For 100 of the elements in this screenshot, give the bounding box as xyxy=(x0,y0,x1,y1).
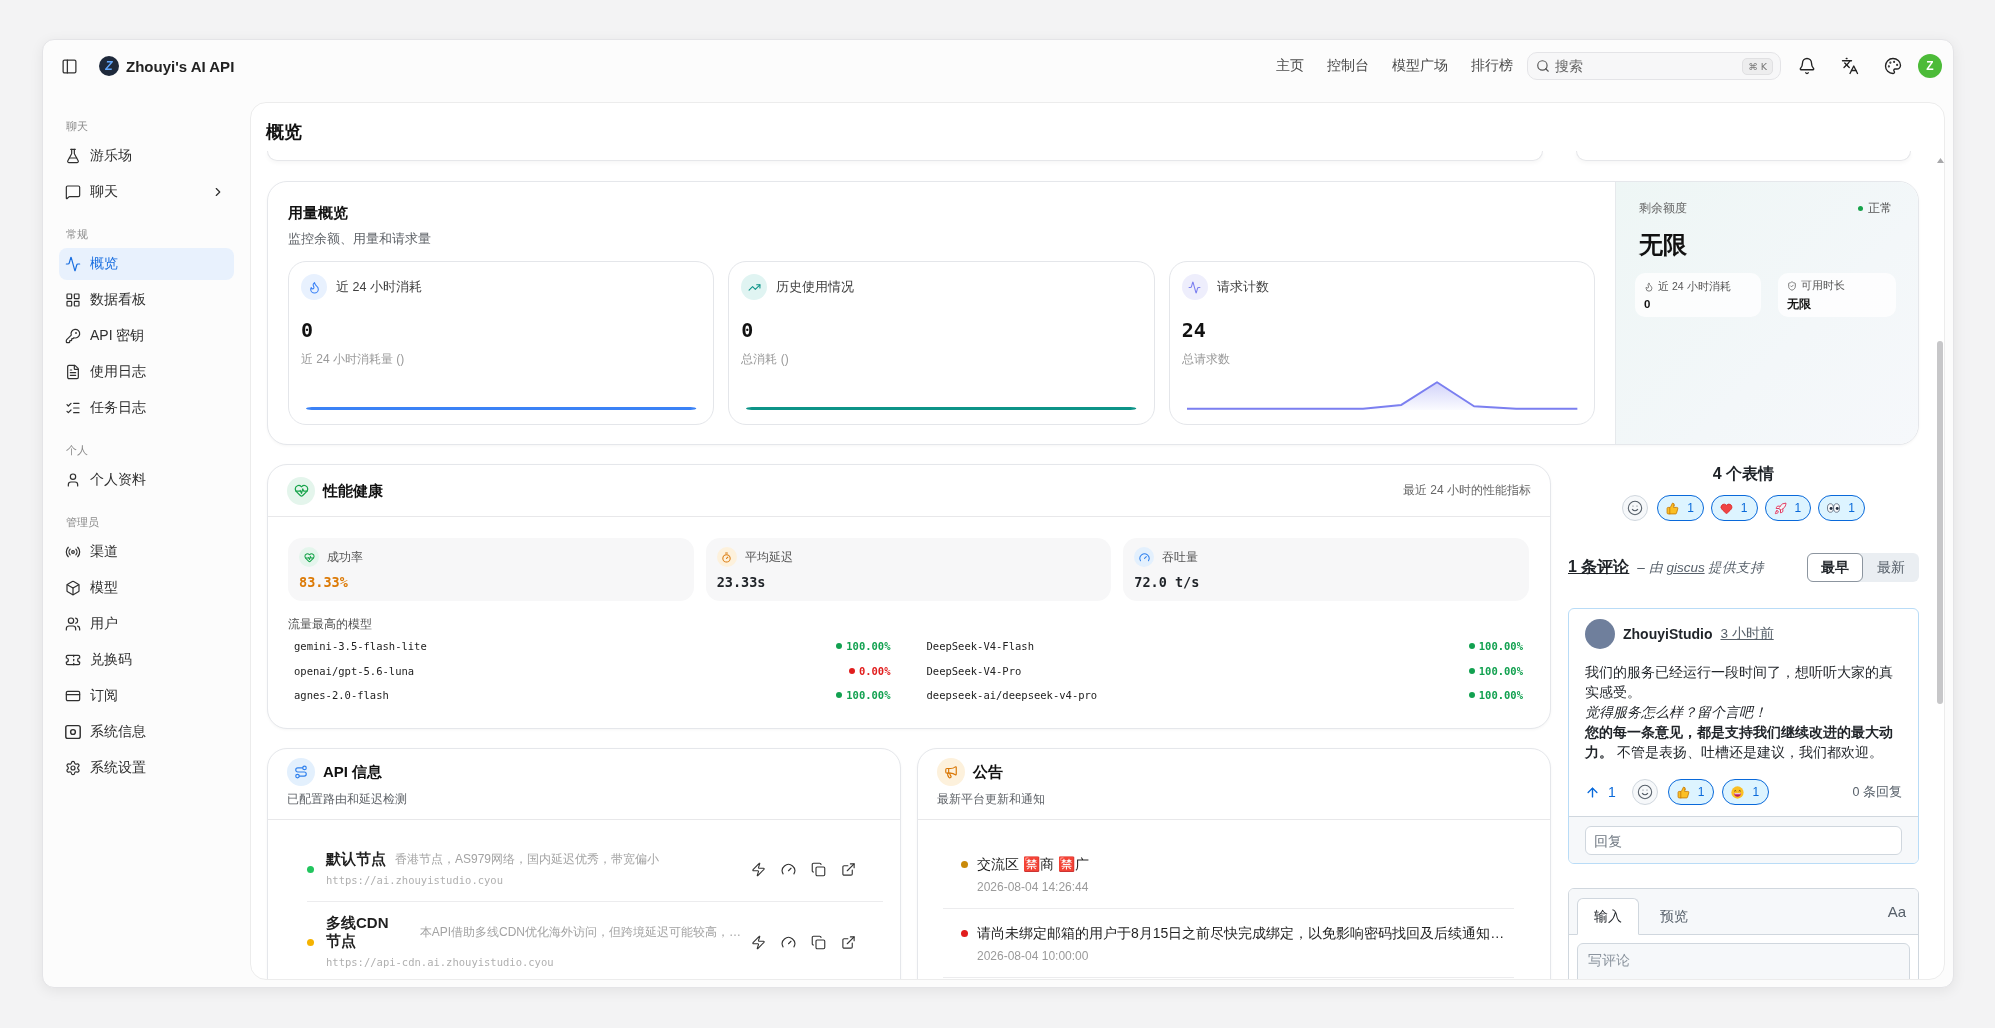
sidebar-item[interactable]: 模型 xyxy=(59,572,234,604)
editor-tab[interactable]: 输入 xyxy=(1577,898,1639,935)
chat-bubble-icon xyxy=(65,184,81,200)
announcement-text: 交流区 🈲商 🈲广 xyxy=(977,855,1090,874)
reaction-button[interactable]: 1 xyxy=(1710,495,1758,521)
gauge-icon[interactable] xyxy=(781,934,796,950)
sidebar-item[interactable]: 系统设置 xyxy=(59,752,234,784)
bell-icon[interactable] xyxy=(1798,57,1816,75)
ticket-icon xyxy=(65,652,81,668)
tile-label: 近 24 小时消耗 xyxy=(1658,280,1731,294)
lightning-icon[interactable] xyxy=(751,861,766,877)
stat-label: 近 24 小时消耗 xyxy=(336,278,422,296)
checklist-icon xyxy=(65,400,81,416)
page-title: 概览 xyxy=(266,121,303,144)
tile-value: 无限 xyxy=(1787,296,1812,312)
external-link-icon[interactable] xyxy=(841,934,856,950)
flame-icon xyxy=(301,274,327,300)
editor-tab[interactable]: 预览 xyxy=(1643,898,1705,935)
comment-time[interactable]: 3 小时前 xyxy=(1720,625,1774,643)
person-icon xyxy=(65,472,81,488)
status-dot-icon xyxy=(1858,205,1863,211)
sort-button[interactable]: 最早 xyxy=(1807,553,1863,582)
sidebar-item[interactable]: 个人资料 xyxy=(59,464,234,496)
key-icon xyxy=(65,328,81,344)
heart-icon xyxy=(1719,501,1733,515)
reaction-button[interactable]: 1 xyxy=(1657,495,1704,521)
sort-button[interactable]: 最新 xyxy=(1863,553,1919,582)
sidebar-item[interactable]: 概览 xyxy=(59,248,234,280)
search-field[interactable]: 搜索 ⌘ K xyxy=(1527,52,1781,80)
nav-link[interactable]: 模型广场 xyxy=(1392,57,1448,75)
sidebar-item[interactable]: 订阅 xyxy=(59,680,234,712)
sidebar-item[interactable]: 系统信息 xyxy=(59,716,234,748)
flame-icon xyxy=(1644,282,1654,292)
status-text: 正常 xyxy=(1868,200,1892,216)
sidebar-item[interactable]: 任务日志 xyxy=(59,392,234,424)
grid-icon xyxy=(65,292,81,308)
sidebar-item[interactable]: API 密钥 xyxy=(59,320,234,352)
people-icon xyxy=(65,616,81,632)
nav-link[interactable]: 控制台 xyxy=(1327,57,1369,75)
add-reaction-button[interactable] xyxy=(1631,779,1658,805)
reaction-button[interactable]: 1 xyxy=(1764,495,1812,521)
stat-label: 历史使用情况 xyxy=(776,278,855,296)
sidebar-item[interactable]: 渠道 xyxy=(59,536,234,568)
lightning-icon[interactable] xyxy=(751,934,766,950)
reaction-button[interactable]: 1 xyxy=(1722,779,1770,805)
metric-value: 83.33% xyxy=(299,573,349,592)
sidebar-item[interactable]: 兑换码 xyxy=(59,644,234,676)
model-name: agnes-2.0-flash xyxy=(294,689,389,702)
reaction-button[interactable]: 1 xyxy=(1667,779,1715,805)
flask-icon xyxy=(65,148,81,164)
card-title: 公告 xyxy=(973,762,1003,782)
reaction-button[interactable]: 1 xyxy=(1818,495,1865,521)
external-link-icon[interactable] xyxy=(841,861,856,877)
settings-icon xyxy=(65,760,81,776)
model-rate: 0.00% xyxy=(858,664,891,677)
card-title: 性能健康 xyxy=(323,480,383,501)
comment-text: 我们的服务已经运行一段时间了，想听听大家的真实感受。 xyxy=(1585,663,1894,702)
reply-field[interactable]: 回复 xyxy=(1585,826,1902,855)
credit-card-icon xyxy=(65,688,81,704)
sidebar-item[interactable]: 使用日志 xyxy=(59,356,234,388)
comment-field[interactable]: 写评论 xyxy=(1577,943,1910,979)
gauge-icon[interactable] xyxy=(781,861,796,877)
sidebar-item[interactable]: 用户 xyxy=(59,608,234,640)
comment-author[interactable]: ZhouyiStudio xyxy=(1623,626,1713,642)
document-icon xyxy=(65,364,81,380)
route-name: 多线CDN 节点 xyxy=(326,914,390,950)
card-title: 用量概览 xyxy=(288,203,349,223)
add-reaction-button[interactable] xyxy=(1622,495,1649,521)
sidebar-item[interactable]: 数据看板 xyxy=(59,284,234,316)
section-title: 流量最高的模型 xyxy=(288,616,373,633)
search-input[interactable]: 搜索 xyxy=(1555,58,1738,74)
copy-icon[interactable] xyxy=(811,861,826,877)
app-title: Zhouyi's AI API xyxy=(126,57,235,75)
model-rate: 100.00% xyxy=(846,640,891,653)
palette-icon[interactable] xyxy=(1884,57,1902,75)
sidebar-item[interactable]: 游乐场 xyxy=(59,140,234,172)
smile-icon xyxy=(1636,784,1653,800)
cube-icon xyxy=(65,580,81,596)
shield-icon xyxy=(1787,280,1797,291)
announcement-time: 2026-08-04 14:26:44 xyxy=(977,879,1090,895)
sidebar-toggle-icon[interactable] xyxy=(61,57,78,75)
format-button[interactable]: Aa xyxy=(1883,903,1910,920)
upvote-button[interactable]: 1 xyxy=(1585,779,1622,805)
section-label: 个人 xyxy=(65,443,89,458)
model-name: openai/gpt-5.6-luna xyxy=(294,664,415,677)
sidebar-item[interactable]: 聊天 xyxy=(59,176,234,208)
section-label: 常规 xyxy=(65,227,89,242)
section-label: 聊天 xyxy=(65,119,89,134)
model-name: deepseek-ai/deepseek-v4-pro xyxy=(926,689,1098,702)
metric-label: 吞吐量 xyxy=(1162,548,1199,566)
nav-link[interactable]: 主页 xyxy=(1276,57,1304,75)
comment-count-link[interactable]: 1 条评论 xyxy=(1568,557,1630,578)
scrollbar-thumb[interactable] xyxy=(1937,341,1943,704)
stat-caption: 总消耗 () xyxy=(741,351,790,368)
route-url: https://ai.zhouyistudio.cyou xyxy=(326,873,504,888)
stat-value: 0 xyxy=(741,317,755,344)
copy-icon[interactable] xyxy=(811,934,826,950)
nav-link[interactable]: 排行榜 xyxy=(1471,57,1513,75)
giscus-link[interactable]: giscus xyxy=(1666,559,1705,575)
translate-icon[interactable] xyxy=(1841,57,1859,75)
